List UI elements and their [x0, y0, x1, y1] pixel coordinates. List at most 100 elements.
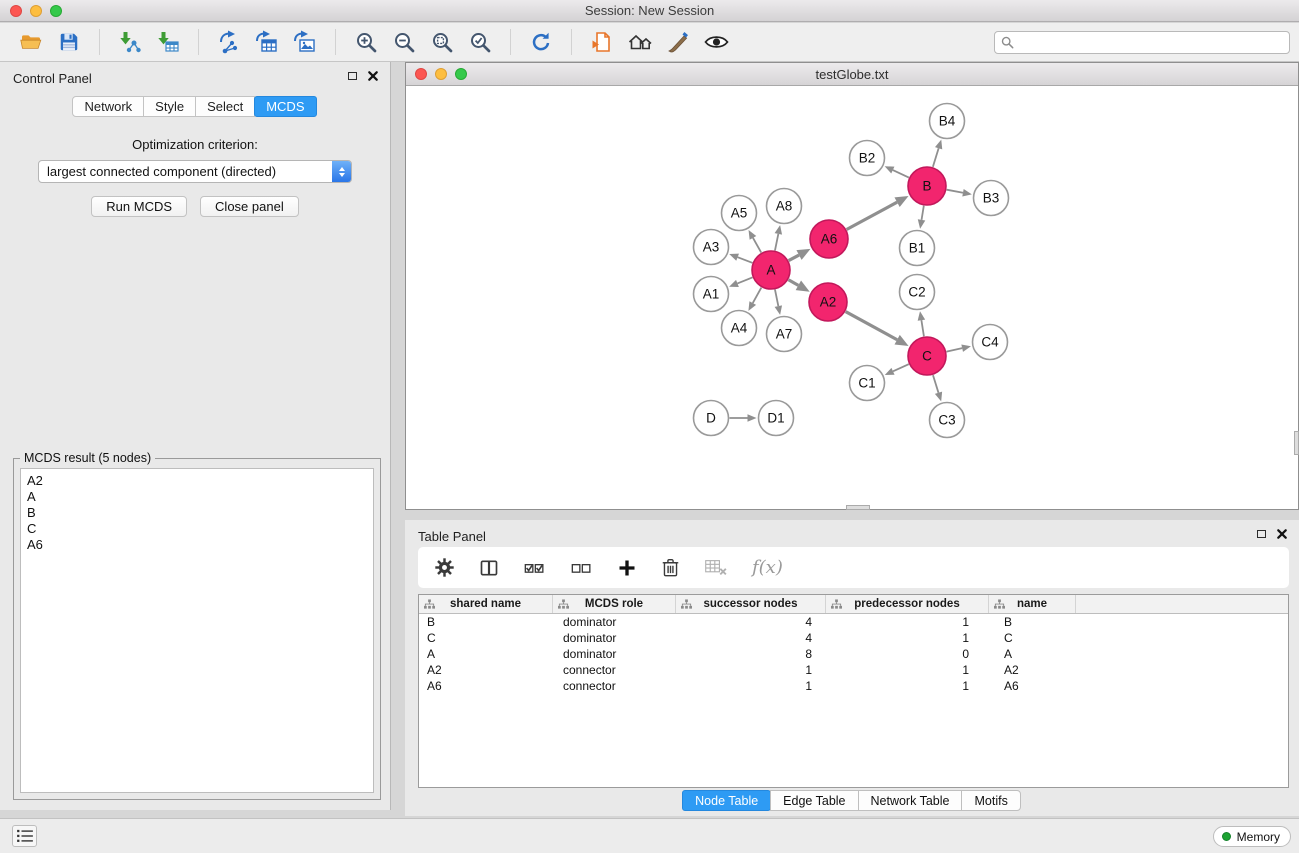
- optimization-criterion-dropdown[interactable]: largest connected component (directed): [38, 160, 352, 183]
- edge-B-B3[interactable]: [947, 190, 963, 193]
- column-visibility-button[interactable]: [479, 553, 499, 583]
- mcds-result-item[interactable]: A: [27, 489, 367, 505]
- zoom-fit-button[interactable]: [426, 27, 458, 57]
- edge-A-A8[interactable]: [775, 234, 778, 250]
- network-maximize-button[interactable]: [455, 68, 467, 80]
- close-panel-icon[interactable]: [368, 71, 378, 81]
- delete-row-button[interactable]: [661, 553, 680, 583]
- import-network-button[interactable]: [114, 27, 146, 57]
- edge-A-A3[interactable]: [738, 257, 753, 263]
- resize-grip[interactable]: [1294, 431, 1299, 455]
- column-header-successor-nodes[interactable]: successor nodes: [676, 595, 826, 613]
- function-builder-button[interactable]: f(x): [752, 553, 783, 583]
- tab-network[interactable]: Network: [72, 96, 144, 117]
- table-row[interactable]: A2connector11A2: [419, 662, 1288, 678]
- node-B3[interactable]: B3: [974, 181, 1009, 216]
- table-settings-button[interactable]: [434, 553, 455, 583]
- tab-node-table[interactable]: Node Table: [682, 790, 771, 811]
- minimize-window-button[interactable]: [30, 5, 42, 17]
- mcds-result-item[interactable]: A2: [27, 473, 367, 489]
- edge-C-C2[interactable]: [921, 320, 924, 336]
- run-mcds-button[interactable]: Run MCDS: [91, 196, 187, 217]
- tab-motifs[interactable]: Motifs: [961, 790, 1020, 811]
- delete-table-button[interactable]: [704, 553, 728, 583]
- edge-B-B2[interactable]: [893, 170, 909, 177]
- edge-B-B1[interactable]: [922, 206, 924, 220]
- node-A2[interactable]: A2: [809, 283, 847, 321]
- mcds-result-item[interactable]: A6: [27, 537, 367, 553]
- float-panel-icon[interactable]: [348, 72, 357, 80]
- network-close-button[interactable]: [415, 68, 427, 80]
- column-header-predecessor-nodes[interactable]: predecessor nodes: [826, 595, 989, 613]
- import-table-button[interactable]: [152, 27, 184, 57]
- refresh-button[interactable]: [525, 27, 557, 57]
- node-A5[interactable]: A5: [722, 196, 757, 231]
- node-A7[interactable]: A7: [767, 317, 802, 352]
- float-panel-icon[interactable]: [1257, 530, 1266, 538]
- node-B[interactable]: B: [908, 167, 946, 205]
- node-C[interactable]: C: [908, 337, 946, 375]
- edge-A-A7[interactable]: [775, 290, 778, 306]
- export-table-button[interactable]: [251, 27, 283, 57]
- table-row[interactable]: Bdominator41B: [419, 614, 1288, 630]
- network-minimize-button[interactable]: [435, 68, 447, 80]
- tab-network-table[interactable]: Network Table: [858, 790, 963, 811]
- node-C1[interactable]: C1: [850, 366, 885, 401]
- save-session-button[interactable]: [53, 27, 85, 57]
- node-A4[interactable]: A4: [722, 311, 757, 346]
- edge-A-A1[interactable]: [737, 277, 752, 283]
- network-canvas[interactable]: B4 B2 B B3 A8 A5 A6 A3 B1 A C2 A1 A2 A4 A7 C4 C C1 C3 D D1: [406, 86, 1298, 509]
- node-B2[interactable]: B2: [850, 141, 885, 176]
- node-A8[interactable]: A8: [767, 189, 802, 224]
- node-D[interactable]: D: [694, 401, 729, 436]
- zoom-selected-button[interactable]: [464, 27, 496, 57]
- memory-button[interactable]: Memory: [1213, 826, 1291, 847]
- mcds-result-item[interactable]: C: [27, 521, 367, 537]
- node-C4[interactable]: C4: [973, 325, 1008, 360]
- edge-A-A5[interactable]: [753, 238, 761, 253]
- edge-A2-C[interactable]: [846, 312, 898, 340]
- edge-C-C4[interactable]: [947, 348, 963, 351]
- column-header-MCDS-role[interactable]: MCDS role: [553, 595, 676, 613]
- task-history-button[interactable]: [12, 825, 37, 847]
- mcds-result-item[interactable]: B: [27, 505, 367, 521]
- edge-A6-B[interactable]: [847, 202, 898, 229]
- node-C3[interactable]: C3: [930, 403, 965, 438]
- show-hide-button[interactable]: [700, 27, 732, 57]
- tab-mcds[interactable]: MCDS: [254, 96, 316, 117]
- edge-A-A4[interactable]: [753, 288, 762, 304]
- search-field[interactable]: [994, 31, 1290, 54]
- edge-A-A2[interactable]: [788, 280, 798, 286]
- edge-B-B4[interactable]: [933, 148, 939, 167]
- export-network-button[interactable]: [213, 27, 245, 57]
- node-D1[interactable]: D1: [759, 401, 794, 436]
- edge-C-C3[interactable]: [933, 375, 939, 393]
- node-A[interactable]: A: [752, 251, 790, 289]
- close-panel-button[interactable]: Close panel: [200, 196, 299, 217]
- home-layout-button[interactable]: [624, 27, 656, 57]
- mcds-result-list[interactable]: A2ABCA6: [20, 468, 374, 793]
- node-B4[interactable]: B4: [930, 104, 965, 139]
- select-all-button[interactable]: [523, 553, 546, 583]
- close-panel-icon[interactable]: [1277, 529, 1287, 539]
- maximize-window-button[interactable]: [50, 5, 62, 17]
- node-B1[interactable]: B1: [900, 231, 935, 266]
- open-file-button[interactable]: [15, 27, 47, 57]
- export-image-button[interactable]: [289, 27, 321, 57]
- close-window-button[interactable]: [10, 5, 22, 17]
- table-row[interactable]: Cdominator41C: [419, 630, 1288, 646]
- edge-C-C1[interactable]: [893, 364, 909, 371]
- node-A3[interactable]: A3: [694, 230, 729, 265]
- node-C2[interactable]: C2: [900, 275, 935, 310]
- column-header-shared-name[interactable]: shared name: [419, 595, 553, 613]
- node-A6[interactable]: A6: [810, 220, 848, 258]
- edge-A-A6[interactable]: [789, 255, 799, 261]
- style-brush-button[interactable]: [662, 27, 694, 57]
- table-row[interactable]: A6connector11A6: [419, 678, 1288, 694]
- tab-style[interactable]: Style: [143, 96, 196, 117]
- paste-document-button[interactable]: [586, 27, 618, 57]
- add-row-button[interactable]: [617, 553, 637, 583]
- tab-select[interactable]: Select: [195, 96, 255, 117]
- tab-edge-table[interactable]: Edge Table: [770, 790, 858, 811]
- node-A1[interactable]: A1: [694, 277, 729, 312]
